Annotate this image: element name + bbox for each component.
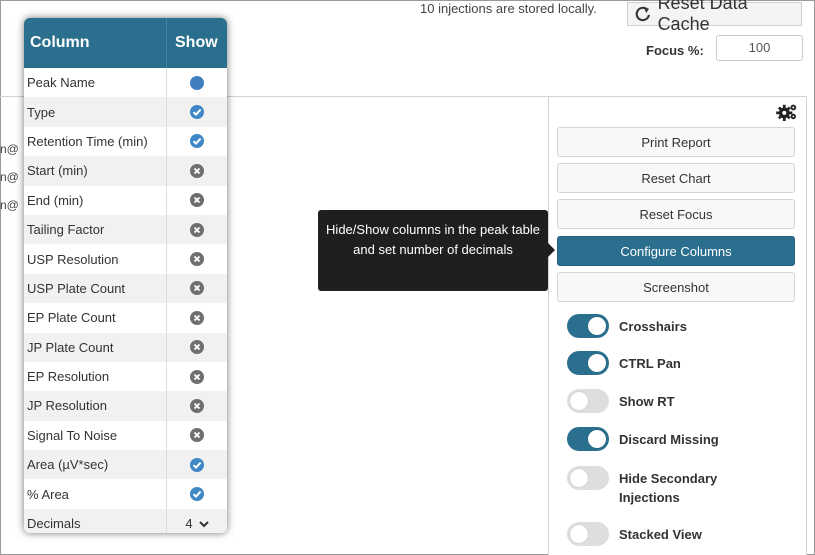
table-row: Retention Time (min) <box>24 126 227 157</box>
chart-options-panel: Print Report Reset Chart Reset Focus Con… <box>548 96 807 555</box>
column-name: EP Resolution <box>24 361 167 392</box>
column-name: JP Plate Count <box>24 332 167 362</box>
column-name: Start (min) <box>24 156 167 186</box>
circle-icon[interactable] <box>190 75 204 90</box>
hide-secondary-injections-label: Hide Secondary Injections <box>619 471 718 505</box>
show-rt-label: Show RT <box>619 394 675 409</box>
column-name: USP Resolution <box>24 244 167 274</box>
stacked-view-toggle[interactable] <box>567 522 609 546</box>
discard-missing-toggle[interactable] <box>567 427 609 451</box>
cutoff-text: n@ <box>0 170 19 184</box>
column-name: Tailing Factor <box>24 214 167 245</box>
column-header: Column <box>24 18 167 68</box>
cache-status-text: 10 injections are stored locally. <box>420 1 597 16</box>
close-icon[interactable] <box>190 428 204 443</box>
screenshot-button[interactable]: Screenshot <box>557 272 795 302</box>
print-report-button[interactable]: Print Report <box>557 127 795 157</box>
column-name: Retention Time (min) <box>24 126 167 157</box>
cutoff-text: n@ <box>0 198 19 212</box>
close-icon[interactable] <box>190 252 204 267</box>
gears-icon[interactable] <box>776 103 798 121</box>
table-row: Signal To Noise <box>24 420 227 451</box>
ctrl-pan-toggle[interactable] <box>567 351 609 375</box>
decimals-row: Decimals 4 <box>24 508 227 533</box>
reset-focus-button[interactable]: Reset Focus <box>557 199 795 229</box>
decimals-value: 4 <box>185 516 193 532</box>
close-icon[interactable] <box>190 398 204 413</box>
close-icon[interactable] <box>190 222 204 237</box>
hide-secondary-injections-toggle[interactable] <box>567 466 609 490</box>
check-icon[interactable] <box>190 487 204 502</box>
table-row: Tailing Factor <box>24 214 227 245</box>
crosshairs-label: Crosshairs <box>619 319 687 334</box>
table-row: End (min) <box>24 185 227 215</box>
reset-data-cache-button[interactable]: Reset Data Cache <box>627 0 802 34</box>
close-icon[interactable] <box>190 369 204 384</box>
chevron-down-icon <box>198 520 209 527</box>
close-icon[interactable] <box>190 340 204 355</box>
cutoff-text: n@ <box>0 142 19 156</box>
reset-data-cache-label: Reset Data Cache <box>657 0 748 34</box>
table-row: USP Resolution <box>24 244 227 274</box>
show-rt-toggle[interactable] <box>567 389 609 413</box>
configure-columns-tooltip: Hide/Show columns in the peak table and … <box>318 210 555 291</box>
table-row: % Area <box>24 479 227 509</box>
decimals-select[interactable]: 4 <box>185 516 209 532</box>
column-name: Type <box>24 97 167 127</box>
table-row: Type <box>24 97 227 127</box>
table-row: EP Resolution <box>24 361 227 392</box>
discard-missing-label: Discard Missing <box>619 432 719 447</box>
stacked-view-label: Stacked View <box>619 527 702 542</box>
column-name: EP Plate Count <box>24 303 167 333</box>
ctrl-pan-label: CTRL Pan <box>619 356 681 371</box>
close-icon[interactable] <box>190 310 204 325</box>
column-name: JP Resolution <box>24 391 167 421</box>
column-name: Area (µV*sec) <box>24 450 167 480</box>
close-icon[interactable] <box>190 193 204 208</box>
table-row: Area (µV*sec) <box>24 450 227 480</box>
column-name: USP Plate Count <box>24 273 167 304</box>
table-row: USP Plate Count <box>24 273 227 304</box>
check-icon[interactable] <box>190 105 204 120</box>
configure-columns-button[interactable]: Configure Columns <box>557 236 795 266</box>
focus-label: Focus %: <box>646 43 704 58</box>
refresh-icon <box>635 6 650 22</box>
table-row: Start (min) <box>24 156 227 186</box>
show-header: Show <box>175 34 218 51</box>
focus-input[interactable] <box>716 35 803 61</box>
column-name: % Area <box>24 479 167 509</box>
reset-chart-button[interactable]: Reset Chart <box>557 163 795 193</box>
close-icon[interactable] <box>190 163 204 178</box>
table-row: JP Resolution <box>24 391 227 421</box>
check-icon[interactable] <box>190 457 204 472</box>
close-icon[interactable] <box>190 281 204 296</box>
table-row: JP Plate Count <box>24 332 227 362</box>
column-name: Peak Name <box>24 68 167 98</box>
columns-list: Peak Name Type Retention Time (min) Start (… <box>24 68 227 533</box>
table-row: Peak Name <box>24 68 227 98</box>
decimals-label: Decimals <box>24 508 167 533</box>
check-icon[interactable] <box>190 134 204 149</box>
column-name: End (min) <box>24 185 167 215</box>
column-name: Signal To Noise <box>24 420 167 451</box>
table-row: EP Plate Count <box>24 303 227 333</box>
configure-columns-popup: Column Show Peak Name Type Retention Time … <box>24 18 227 533</box>
crosshairs-toggle[interactable] <box>567 314 609 338</box>
popup-header: Column Show <box>24 18 227 68</box>
